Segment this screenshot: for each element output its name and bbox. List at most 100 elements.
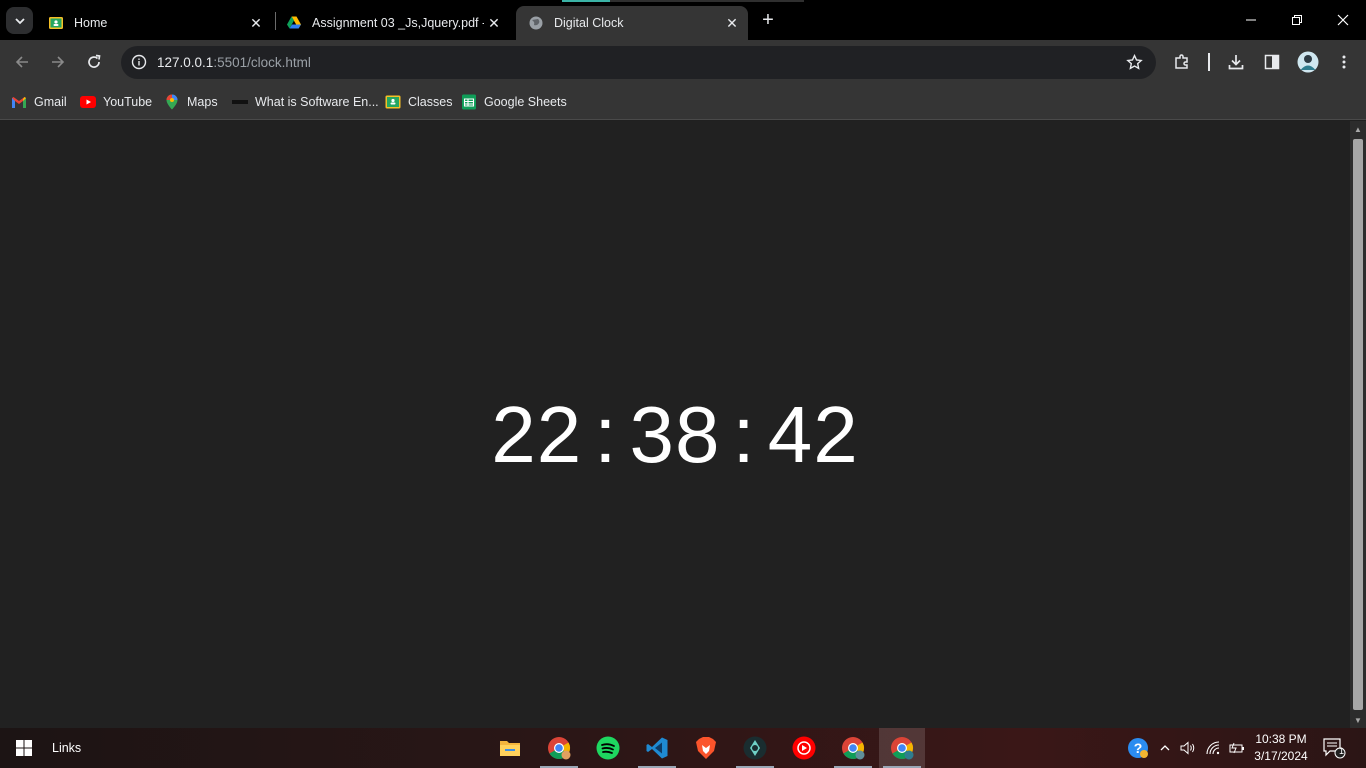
bookmark-label: Gmail <box>34 95 67 109</box>
bookmark-classes[interactable]: Classes <box>385 91 452 113</box>
taskbar-youtube-music[interactable] <box>781 728 827 768</box>
bookmark-gmail[interactable]: Gmail <box>11 91 67 113</box>
url-host: 127.0.0.1 <box>157 55 214 70</box>
bookmarks-bar: Gmail YouTube Maps What is Software En..… <box>0 85 1366 120</box>
restore-icon <box>1292 15 1302 25</box>
page-viewport: 22:38:42 <box>0 121 1350 728</box>
address-bar[interactable]: 127.0.0.1:5501/clock.html <box>121 46 1156 79</box>
page-scrollbar[interactable]: ▲ ▼ <box>1350 121 1366 728</box>
site-info-icon[interactable] <box>129 52 149 72</box>
bookmark-google-sheets[interactable]: Google Sheets <box>461 91 567 113</box>
brave-lion-icon <box>696 737 716 759</box>
close-icon[interactable]: ✕ <box>484 13 504 33</box>
bookmark-star-icon[interactable] <box>1124 52 1144 72</box>
side-panel-button[interactable] <box>1260 50 1284 74</box>
download-icon <box>1228 55 1244 70</box>
downloads-button[interactable] <box>1224 50 1248 74</box>
clock-separator: : <box>594 390 618 479</box>
tab-strip: Home ✕ Assignment 03 _Js,Jquery.pdf - G … <box>0 0 1366 40</box>
app-icon <box>743 736 767 760</box>
more-vertical-icon <box>1342 55 1346 69</box>
system-time: 10:38 PM <box>1255 732 1307 746</box>
browser-menu-button[interactable] <box>1332 50 1356 74</box>
notification-center-button[interactable]: 1 <box>1320 736 1348 760</box>
taskbar-chrome-profile-3[interactable] <box>879 728 925 768</box>
scrollbar-thumb[interactable] <box>1353 139 1363 710</box>
bookmark-label: Maps <box>187 95 218 109</box>
bookmark-youtube[interactable]: YouTube <box>80 91 152 113</box>
system-date: 3/17/2024 <box>1254 749 1308 763</box>
new-tab-button[interactable]: + <box>756 8 780 32</box>
classroom-icon <box>385 94 401 110</box>
close-icon <box>1337 14 1349 26</box>
bookmark-label: Classes <box>408 95 453 109</box>
chrome-icon <box>891 737 914 760</box>
windows-taskbar: Links ? 10:38 PM 3/17/2024 1 <box>0 728 1366 768</box>
google-drive-icon <box>286 15 302 31</box>
spotify-icon <box>596 736 620 760</box>
url-path: :5501/clock.html <box>213 55 311 70</box>
tab-search-button[interactable] <box>6 7 33 34</box>
scroll-up-arrow-icon[interactable]: ▲ <box>1350 121 1366 137</box>
vscode-icon <box>646 737 668 759</box>
youtube-music-icon <box>792 736 816 760</box>
folder-icon <box>500 741 520 756</box>
links-toolbar[interactable]: Links <box>52 741 81 755</box>
sheets-icon <box>461 94 477 110</box>
gmail-icon <box>11 94 27 110</box>
system-clock[interactable]: 10:38 PM 3/17/2024 <box>1248 731 1314 765</box>
taskbar-app-dark-circle[interactable] <box>732 728 778 768</box>
page-icon <box>232 94 248 110</box>
back-button[interactable] <box>8 48 36 76</box>
bookmark-label: Google Sheets <box>484 95 567 109</box>
clock-minutes: 38 <box>629 390 721 479</box>
battery-icon[interactable] <box>1227 738 1247 758</box>
close-icon[interactable]: ✕ <box>246 13 266 33</box>
clock-seconds: 42 <box>767 390 859 479</box>
taskbar-chrome-profile-2[interactable] <box>830 728 876 768</box>
tab-assignment-pdf[interactable]: Assignment 03 _Js,Jquery.pdf - G ✕ <box>274 6 510 40</box>
profile-avatar[interactable] <box>1296 50 1320 74</box>
forward-button[interactable] <box>44 48 72 76</box>
url-text[interactable]: 127.0.0.1:5501/clock.html <box>157 55 311 70</box>
avatar-icon <box>1297 51 1319 73</box>
taskbar-chrome-profile-1[interactable] <box>536 728 582 768</box>
reload-icon <box>88 54 101 68</box>
notification-count: 1 <box>1339 746 1345 756</box>
taskbar-file-explorer[interactable] <box>487 728 533 768</box>
tab-loading-track <box>610 0 804 2</box>
wifi-icon[interactable] <box>1204 738 1224 758</box>
help-icon[interactable]: ? <box>1127 738 1149 758</box>
chrome-icon <box>842 737 865 760</box>
bookmark-label: What is Software En... <box>255 95 379 109</box>
restore-button[interactable] <box>1274 0 1320 40</box>
taskbar-vscode[interactable] <box>634 728 680 768</box>
reload-button[interactable] <box>80 48 108 76</box>
tab-digital-clock[interactable]: Digital Clock ✕ <box>516 6 748 40</box>
minimize-button[interactable] <box>1228 0 1274 40</box>
toolbar-divider <box>1208 53 1210 71</box>
clock-hours: 22 <box>491 390 583 479</box>
volume-icon[interactable] <box>1178 738 1198 758</box>
taskbar-spotify[interactable] <box>585 728 631 768</box>
chevron-up-icon[interactable] <box>1155 738 1175 758</box>
scroll-down-arrow-icon[interactable]: ▼ <box>1350 712 1366 728</box>
tab-title: Home <box>74 16 108 30</box>
taskbar-brave[interactable] <box>683 728 729 768</box>
tab-title: Assignment 03 _Js,Jquery.pdf - G <box>312 16 484 30</box>
tab-home[interactable]: Home ✕ <box>36 6 272 40</box>
bookmark-software-engineering[interactable]: What is Software En... <box>232 91 379 113</box>
puzzle-icon <box>1175 54 1188 69</box>
close-window-button[interactable] <box>1320 0 1366 40</box>
google-classroom-icon <box>48 15 64 31</box>
arrow-left-icon <box>15 56 28 68</box>
windows-logo-icon <box>16 740 32 756</box>
start-button[interactable] <box>0 728 48 768</box>
extensions-button[interactable] <box>1170 50 1194 74</box>
globe-icon <box>528 15 544 31</box>
bookmark-maps[interactable]: Maps <box>164 91 218 113</box>
chevron-down-icon <box>14 17 25 24</box>
plus-icon: + <box>762 8 774 31</box>
clock-separator: : <box>732 390 756 479</box>
close-icon[interactable]: ✕ <box>722 13 742 33</box>
